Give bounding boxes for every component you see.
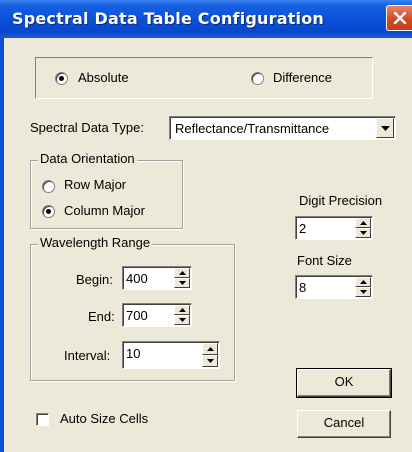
- end-spin-down[interactable]: [174, 315, 190, 325]
- font-size-label: Font Size: [297, 253, 352, 268]
- data-type-label: Spectral Data Type:: [30, 120, 144, 135]
- begin-spinner[interactable]: 400: [122, 266, 192, 290]
- auto-size-label[interactable]: Auto Size Cells: [60, 411, 148, 426]
- close-button[interactable]: [386, 5, 412, 31]
- precision-spinner[interactable]: 2: [295, 216, 373, 240]
- orientation-group-title: Data Orientation: [38, 151, 137, 166]
- interval-spin-down[interactable]: [202, 355, 218, 367]
- begin-spin-down[interactable]: [174, 278, 190, 288]
- dropdown-button[interactable]: [376, 118, 394, 138]
- window-border: [0, 38, 4, 452]
- font-size-value: 8: [299, 280, 307, 295]
- begin-label: Begin:: [76, 272, 113, 287]
- precision-value: 2: [299, 221, 307, 236]
- window-title: Spectral Data Table Configuration: [12, 9, 325, 28]
- data-type-select[interactable]: Reflectance/Transmittance: [169, 116, 396, 140]
- chevron-down-icon: [381, 126, 390, 131]
- close-icon: [393, 11, 407, 25]
- interval-spinner[interactable]: 10: [122, 341, 220, 369]
- precision-spin-up[interactable]: [355, 218, 371, 228]
- arrow-up-icon: [179, 308, 186, 312]
- arrow-down-icon: [207, 359, 214, 363]
- end-spin-up[interactable]: [174, 305, 190, 315]
- arrow-up-icon: [207, 347, 214, 351]
- ok-button[interactable]: OK: [296, 368, 392, 398]
- auto-size-checkbox[interactable]: [36, 413, 49, 426]
- column-major-radio[interactable]: [42, 205, 55, 218]
- end-value: 700: [126, 308, 148, 323]
- orientation-group: [30, 160, 183, 229]
- interval-spin-up[interactable]: [202, 343, 218, 355]
- font-size-spinner[interactable]: 8: [295, 275, 373, 299]
- absolute-radio[interactable]: [55, 72, 68, 85]
- interval-value: 10: [126, 346, 141, 361]
- interval-label: Interval:: [64, 348, 111, 363]
- wavelength-group-title: Wavelength Range: [38, 235, 153, 250]
- begin-spin-up[interactable]: [174, 268, 190, 278]
- title-bar[interactable]: Spectral Data Table Configuration: [0, 0, 412, 38]
- font-size-spin-down[interactable]: [355, 287, 371, 297]
- begin-value: 400: [126, 271, 148, 286]
- end-label: End:: [88, 309, 115, 324]
- absolute-label[interactable]: Absolute: [78, 70, 129, 85]
- precision-spin-down[interactable]: [355, 228, 371, 238]
- data-type-value: Reflectance/Transmittance: [175, 121, 330, 136]
- font-size-spin-up[interactable]: [355, 277, 371, 287]
- arrow-up-icon: [360, 280, 367, 284]
- arrow-down-icon: [179, 281, 186, 285]
- row-major-radio[interactable]: [42, 180, 55, 193]
- precision-label: Digit Precision: [299, 193, 383, 208]
- row-major-label[interactable]: Row Major: [64, 177, 126, 192]
- column-major-label[interactable]: Column Major: [64, 203, 145, 218]
- arrow-down-icon: [179, 318, 186, 322]
- difference-label[interactable]: Difference: [273, 70, 332, 85]
- arrow-up-icon: [360, 221, 367, 225]
- cancel-button[interactable]: Cancel: [297, 410, 391, 438]
- end-spinner[interactable]: 700: [122, 303, 192, 327]
- difference-radio[interactable]: [251, 72, 264, 85]
- config-dialog: Spectral Data Table Configuration Absolu…: [0, 0, 412, 452]
- arrow-up-icon: [179, 271, 186, 275]
- arrow-down-icon: [360, 290, 367, 294]
- arrow-down-icon: [360, 231, 367, 235]
